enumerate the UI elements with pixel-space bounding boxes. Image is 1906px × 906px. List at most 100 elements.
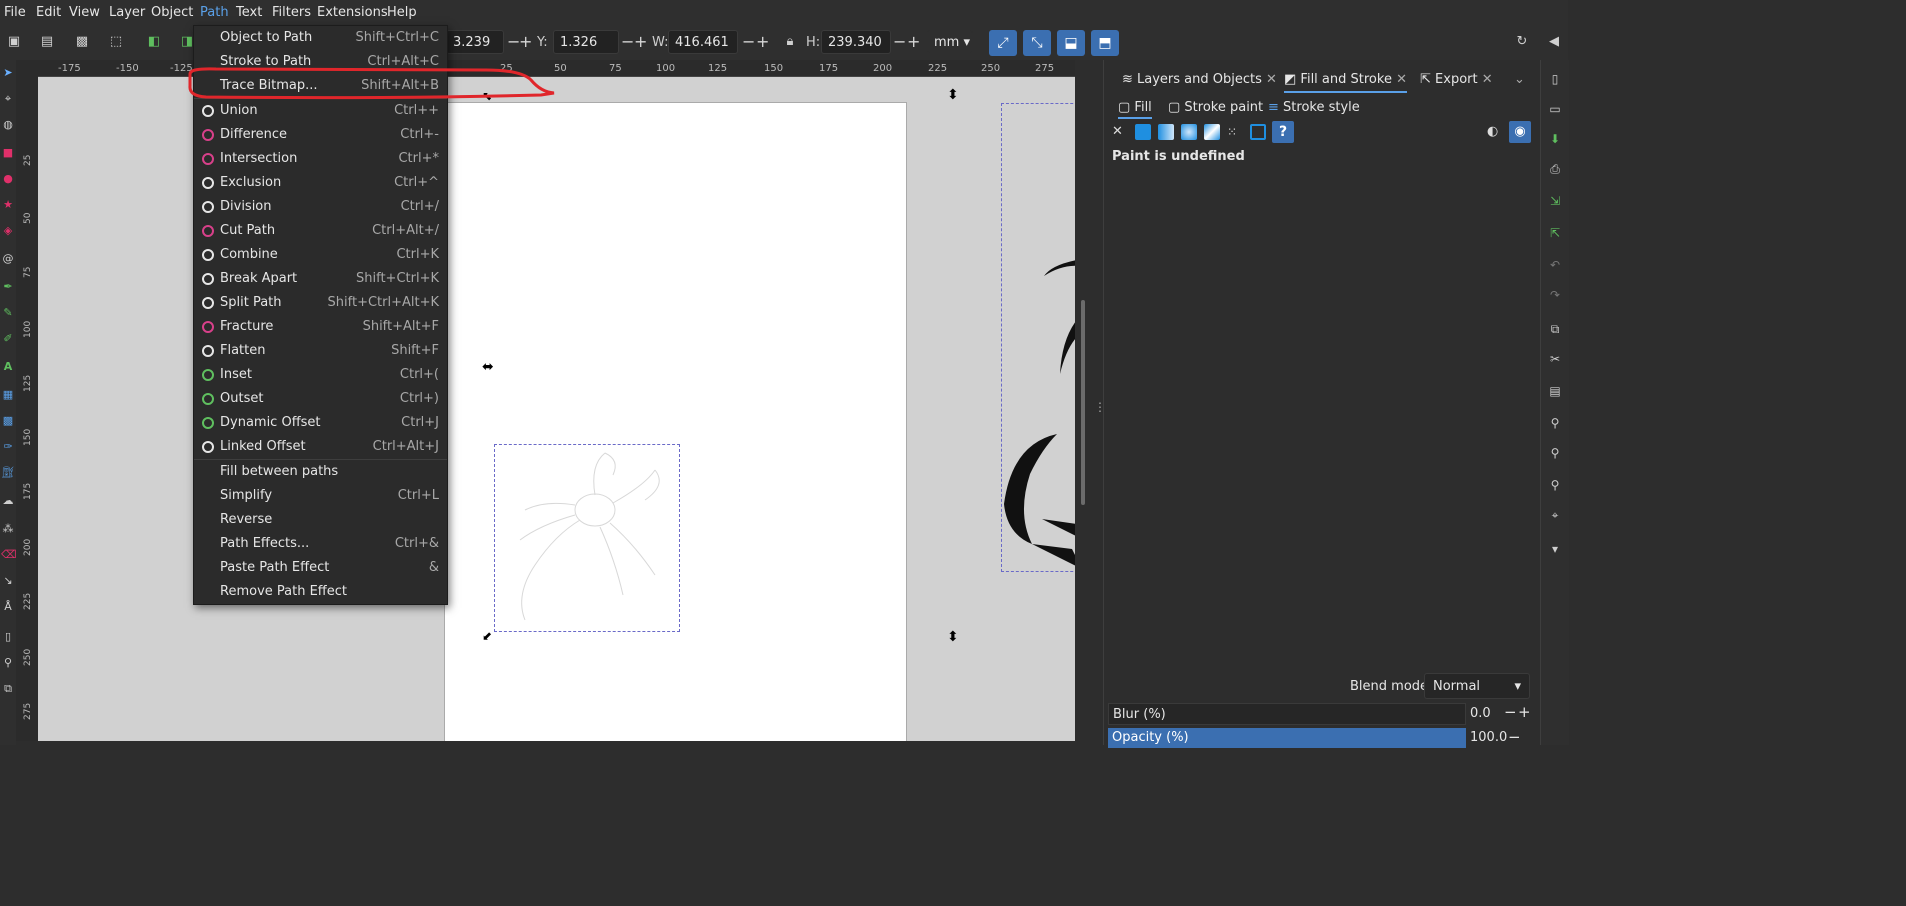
tribal-shape-bbox[interactable] — [1001, 103, 1075, 572]
menu-item-remove-path-effect[interactable]: Remove Path Effect — [194, 580, 447, 604]
h-decrement[interactable]: − — [893, 32, 906, 51]
lock-icon[interactable]: 🔒︎ — [782, 34, 798, 50]
scale-stroke-button[interactable]: ⤢ — [989, 30, 1017, 56]
menu-item-object-to-path[interactable]: Object to Path Shift+Ctrl+C — [194, 26, 447, 50]
3d-box-tool-icon[interactable]: ◈ — [1, 224, 15, 238]
menu-edit[interactable]: Edit — [36, 0, 61, 26]
blend-mode-select[interactable]: Normal ▾ — [1424, 673, 1530, 699]
spiral-tool-icon[interactable]: @ — [1, 252, 15, 266]
menu-item-reverse[interactable]: Reverse — [194, 508, 447, 532]
blur-value[interactable]: 0.0 — [1470, 706, 1491, 721]
opacity-slider[interactable]: Opacity (%) — [1108, 728, 1466, 748]
dropper-tool-icon[interactable]: ✑ — [1, 440, 15, 454]
radial-gradient-icon[interactable] — [1181, 124, 1197, 140]
menu-view[interactable]: View — [69, 0, 100, 26]
scale-handle-corner[interactable]: ⬋ — [482, 629, 492, 643]
scrollbar-thumb[interactable] — [1081, 300, 1085, 505]
pattern-icon[interactable]: ⁙ — [1227, 124, 1243, 140]
no-paint-icon[interactable]: ✕ — [1112, 124, 1128, 140]
pencil-tool-icon[interactable]: ✎ — [1, 306, 15, 320]
menu-item-combine[interactable]: Combine Ctrl+K — [194, 243, 447, 267]
menu-item-fracture[interactable]: Fracture Shift+Alt+F — [194, 315, 447, 339]
zoom-drawing-icon[interactable]: ⚲ — [1548, 446, 1562, 460]
selector-tool-icon[interactable]: ➤ — [1, 66, 15, 80]
more-commands-icon[interactable]: ▾ — [1548, 542, 1562, 556]
snap-toggle-icon[interactable]: ↻ — [1514, 34, 1530, 50]
close-icon[interactable]: ✕ — [1266, 72, 1277, 87]
opacity-decrement[interactable]: − — [1508, 728, 1521, 746]
subtab-stroke-style[interactable]: ≡ Stroke style — [1268, 100, 1360, 115]
cut-icon[interactable]: ✂ — [1548, 352, 1562, 366]
lpe-tool-icon[interactable]: Å — [1, 600, 15, 614]
menu-layer[interactable]: Layer — [109, 0, 145, 26]
blur-decrement[interactable]: − — [1504, 703, 1517, 721]
w-decrement[interactable]: − — [742, 32, 755, 51]
traced-image-bbox[interactable] — [494, 444, 680, 632]
menu-item-flatten[interactable]: Flatten Shift+F — [194, 339, 447, 363]
w-field[interactable]: 416.461 — [668, 30, 738, 54]
fill-rule-nonzero-icon[interactable]: ◉ — [1509, 121, 1531, 143]
mesh-tool-icon[interactable]: ▩ — [1, 414, 15, 428]
unit-select[interactable]: mm ▾ — [927, 30, 973, 54]
tab-export[interactable]: ⇱ Export ✕ — [1420, 69, 1493, 91]
export-icon[interactable]: ⇱ — [1548, 226, 1562, 240]
menu-item-union[interactable]: Union Ctrl++ — [194, 99, 447, 123]
shape-builder-icon[interactable]: ◍ — [1, 118, 15, 132]
ellipse-tool-icon[interactable]: ● — [1, 172, 15, 186]
transform-gradients-button[interactable]: ⬓ — [1057, 30, 1085, 56]
zoom-selection-icon[interactable]: ⚲ — [1548, 416, 1562, 430]
undo-icon[interactable]: ↶ — [1548, 258, 1562, 272]
star-tool-icon[interactable]: ★ — [1, 198, 15, 212]
linear-gradient-icon[interactable] — [1158, 124, 1174, 140]
y-field[interactable]: 1.326 — [553, 30, 619, 54]
pages-tool-icon[interactable]: ▯ — [1, 630, 15, 644]
menu-help[interactable]: Help — [387, 0, 417, 26]
y-increment[interactable]: + — [634, 32, 647, 51]
x-increment[interactable]: + — [519, 32, 532, 51]
tweak-tool-icon[interactable]: ☁ — [1, 494, 15, 508]
y-decrement[interactable]: − — [621, 32, 634, 51]
blur-slider[interactable]: Blur (%) — [1108, 703, 1466, 725]
tab-layers-and-objects[interactable]: ≋ Layers and Objects ✕ — [1122, 69, 1277, 91]
scale-corners-button[interactable]: ⤡ — [1023, 30, 1051, 56]
flat-color-icon[interactable] — [1135, 124, 1151, 140]
blur-increment[interactable]: + — [1518, 703, 1531, 721]
copy-icon[interactable]: ⧉ — [1548, 322, 1562, 336]
menu-item-fill-between-paths[interactable]: Fill between paths — [194, 460, 447, 484]
menu-item-intersection[interactable]: Intersection Ctrl+* — [194, 147, 447, 171]
menu-text[interactable]: Text — [236, 0, 262, 26]
pen-tool-icon[interactable]: ✒ — [1, 280, 15, 294]
text-tool-icon[interactable]: A — [1, 360, 15, 374]
paint-bucket-icon[interactable]: ⛽︎ — [1, 466, 15, 480]
new-document-icon[interactable]: ▯ — [1548, 72, 1562, 86]
menu-item-cut-path[interactable]: Cut Path Ctrl+Alt+/ — [194, 219, 447, 243]
zoom-page-icon[interactable]: ⚲ — [1548, 478, 1562, 492]
connector-tool-icon[interactable]: ↘ — [1, 574, 15, 588]
fill-rule-evenodd-icon[interactable]: ◐ — [1487, 124, 1503, 140]
opacity-value[interactable]: 100.0 — [1470, 730, 1507, 745]
node-tool-icon[interactable]: ⌖ — [1, 92, 15, 106]
tab-fill-and-stroke[interactable]: ◩ Fill and Stroke ✕ — [1284, 69, 1407, 93]
w-increment[interactable]: + — [756, 32, 769, 51]
select-all-layers-icon[interactable]: ▤ — [39, 34, 55, 50]
calligraphy-tool-icon[interactable]: ✐ — [1, 332, 15, 346]
redo-icon[interactable]: ↷ — [1548, 288, 1562, 302]
menu-item-inset[interactable]: Inset Ctrl+( — [194, 363, 447, 387]
zoom-tool-icon[interactable]: ⚲ — [1, 656, 15, 670]
eraser-tool-icon[interactable]: ⌫ — [1, 548, 17, 562]
rotate-90-icon[interactable]: ⬚ — [108, 34, 124, 50]
select-all-icon[interactable]: ▣ — [6, 34, 22, 50]
mesh-gradient-icon[interactable] — [1204, 124, 1220, 140]
measure-tool-icon[interactable]: ⧉ — [1, 682, 15, 696]
subtab-stroke-paint[interactable]: ▢ Stroke paint — [1168, 100, 1263, 115]
menu-item-simplify[interactable]: Simplify Ctrl+L — [194, 484, 447, 508]
menu-item-break-apart[interactable]: Break Apart Shift+Ctrl+K — [194, 267, 447, 291]
collapse-panel-icon[interactable]: ◀ — [1546, 34, 1562, 50]
deselect-icon[interactable]: ▩ — [74, 34, 90, 50]
menu-item-path-effects[interactable]: Path Effects... Ctrl+& — [194, 532, 447, 556]
menu-item-linked-offset[interactable]: Linked Offset Ctrl+Alt+J — [194, 435, 447, 459]
close-icon[interactable]: ✕ — [1396, 72, 1407, 87]
menu-item-dynamic-offset[interactable]: Dynamic Offset Ctrl+J — [194, 411, 447, 435]
h-field[interactable]: 239.340 — [821, 30, 891, 54]
menu-item-exclusion[interactable]: Exclusion Ctrl+^ — [194, 171, 447, 195]
